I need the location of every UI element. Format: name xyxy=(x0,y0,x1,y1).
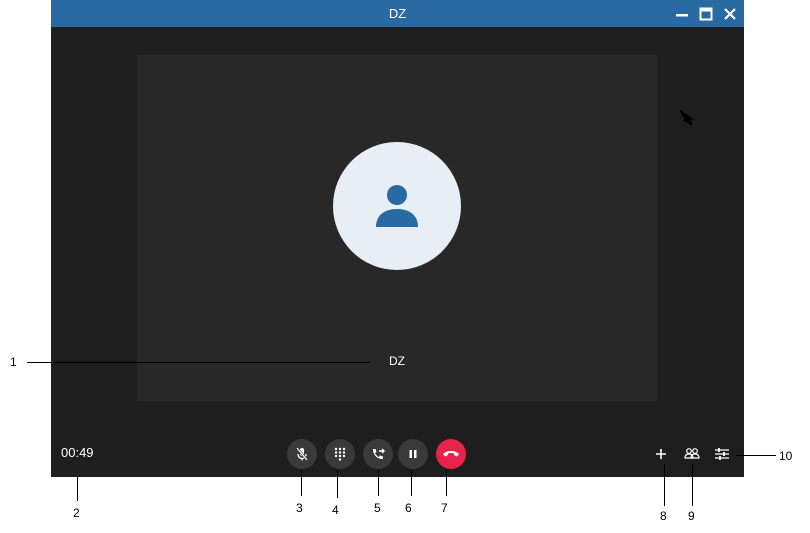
minimize-icon xyxy=(676,14,688,17)
call-timer: 00:49 xyxy=(61,445,94,460)
callout-line-4 xyxy=(337,470,338,498)
sliders-icon xyxy=(715,448,729,460)
hold-button[interactable] xyxy=(398,439,428,469)
window-title: DZ xyxy=(388,6,407,21)
callout-6: 6 xyxy=(405,501,412,515)
callout-line-3 xyxy=(301,470,302,496)
hang-up-button[interactable] xyxy=(436,439,466,469)
call-transfer-icon xyxy=(373,448,385,459)
callout-line-10 xyxy=(736,455,776,456)
participants-button[interactable] xyxy=(683,445,701,463)
microphone-off-icon xyxy=(296,447,308,461)
maximize-button[interactable] xyxy=(697,5,715,23)
person-icon xyxy=(376,185,418,227)
plus-icon xyxy=(656,449,666,459)
dialpad-icon xyxy=(334,447,346,461)
callout-line-1 xyxy=(27,362,370,363)
close-icon xyxy=(724,8,736,20)
pause-icon xyxy=(409,450,417,458)
add-button[interactable] xyxy=(652,445,670,463)
callout-1: 1 xyxy=(10,355,17,369)
mouse-cursor-icon xyxy=(680,107,694,126)
hang-up-icon xyxy=(443,451,459,457)
callout-line-8 xyxy=(664,464,665,506)
minimize-button[interactable] xyxy=(673,5,691,23)
callout-10: 10 xyxy=(779,449,793,463)
callout-line-6 xyxy=(411,470,412,496)
close-button[interactable] xyxy=(721,5,739,23)
callout-4: 4 xyxy=(332,503,339,517)
settings-button[interactable] xyxy=(713,445,731,463)
call-window: DZ DZ 00:49 xyxy=(51,0,744,477)
avatar xyxy=(333,142,461,270)
callout-9: 9 xyxy=(688,509,695,523)
video-area: DZ xyxy=(137,55,657,401)
callout-8: 8 xyxy=(660,509,667,523)
callout-5: 5 xyxy=(374,501,381,515)
callout-2: 2 xyxy=(73,506,80,520)
mute-button[interactable] xyxy=(287,439,317,469)
callout-7: 7 xyxy=(441,501,448,515)
callout-line-7 xyxy=(446,470,447,496)
transfer-button[interactable] xyxy=(363,439,393,469)
callout-line-9 xyxy=(692,464,693,506)
callout-line-5 xyxy=(378,470,379,496)
dialpad-button[interactable] xyxy=(325,439,355,469)
callout-3: 3 xyxy=(296,501,303,515)
maximize-icon xyxy=(699,7,713,21)
participant-name: DZ xyxy=(389,354,405,368)
title-bar: DZ xyxy=(51,0,744,27)
people-icon xyxy=(684,448,700,459)
callout-line-2 xyxy=(77,477,78,501)
